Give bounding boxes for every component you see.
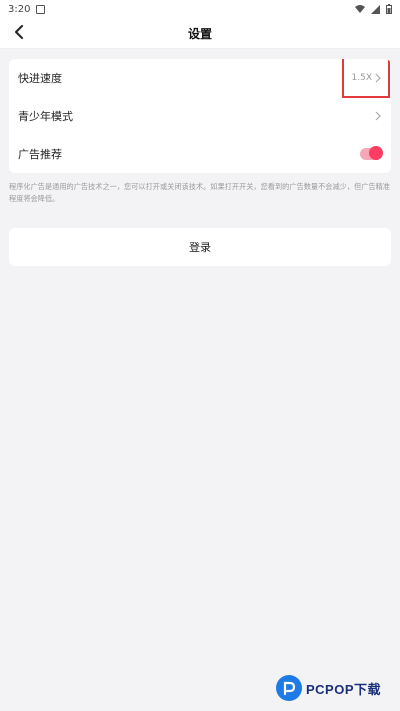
status-bar: 3:20 bbox=[0, 0, 400, 18]
fast-forward-speed-label: 快进速度 bbox=[18, 72, 62, 85]
toggle-knob bbox=[369, 146, 383, 160]
ad-recommend-row: 广告推荐 bbox=[9, 135, 391, 173]
chevron-right-icon bbox=[374, 73, 382, 83]
sim-card-icon bbox=[36, 4, 46, 14]
ad-recommend-label: 广告推荐 bbox=[18, 148, 62, 161]
wifi-icon bbox=[355, 5, 365, 13]
nav-bar: 设置 bbox=[0, 18, 400, 49]
battery-icon bbox=[386, 4, 392, 14]
chevron-right-icon bbox=[374, 111, 382, 121]
settings-card: 快进速度 1.5X 青少年模式 广告推荐 bbox=[9, 59, 391, 173]
watermark-text: PCPOP下载 bbox=[306, 681, 382, 697]
fast-forward-speed-value-group: 1.5X bbox=[352, 73, 382, 83]
login-button[interactable]: 登录 bbox=[9, 228, 391, 266]
fast-forward-speed-value: 1.5X bbox=[351, 73, 372, 83]
signal-icon bbox=[371, 4, 380, 14]
status-left: 3:20 bbox=[8, 3, 46, 15]
youth-mode-label: 青少年模式 bbox=[18, 110, 73, 123]
back-button[interactable] bbox=[8, 22, 30, 44]
ad-note-text: 程序化广告是通用的广告技术之一，您可以打开或关闭该技术。如果打开开关，您看到的广… bbox=[9, 182, 390, 203]
watermark: PCPOP下载 bbox=[276, 675, 381, 701]
pcpop-logo-icon bbox=[276, 675, 302, 701]
page-title: 设置 bbox=[187, 26, 212, 41]
status-time: 3:20 bbox=[8, 3, 31, 15]
back-arrow-icon bbox=[13, 24, 25, 43]
status-right bbox=[355, 4, 392, 14]
youth-mode-row[interactable]: 青少年模式 bbox=[9, 97, 391, 135]
fast-forward-speed-row[interactable]: 快进速度 1.5X bbox=[9, 59, 391, 98]
ad-recommend-toggle[interactable] bbox=[360, 146, 383, 160]
